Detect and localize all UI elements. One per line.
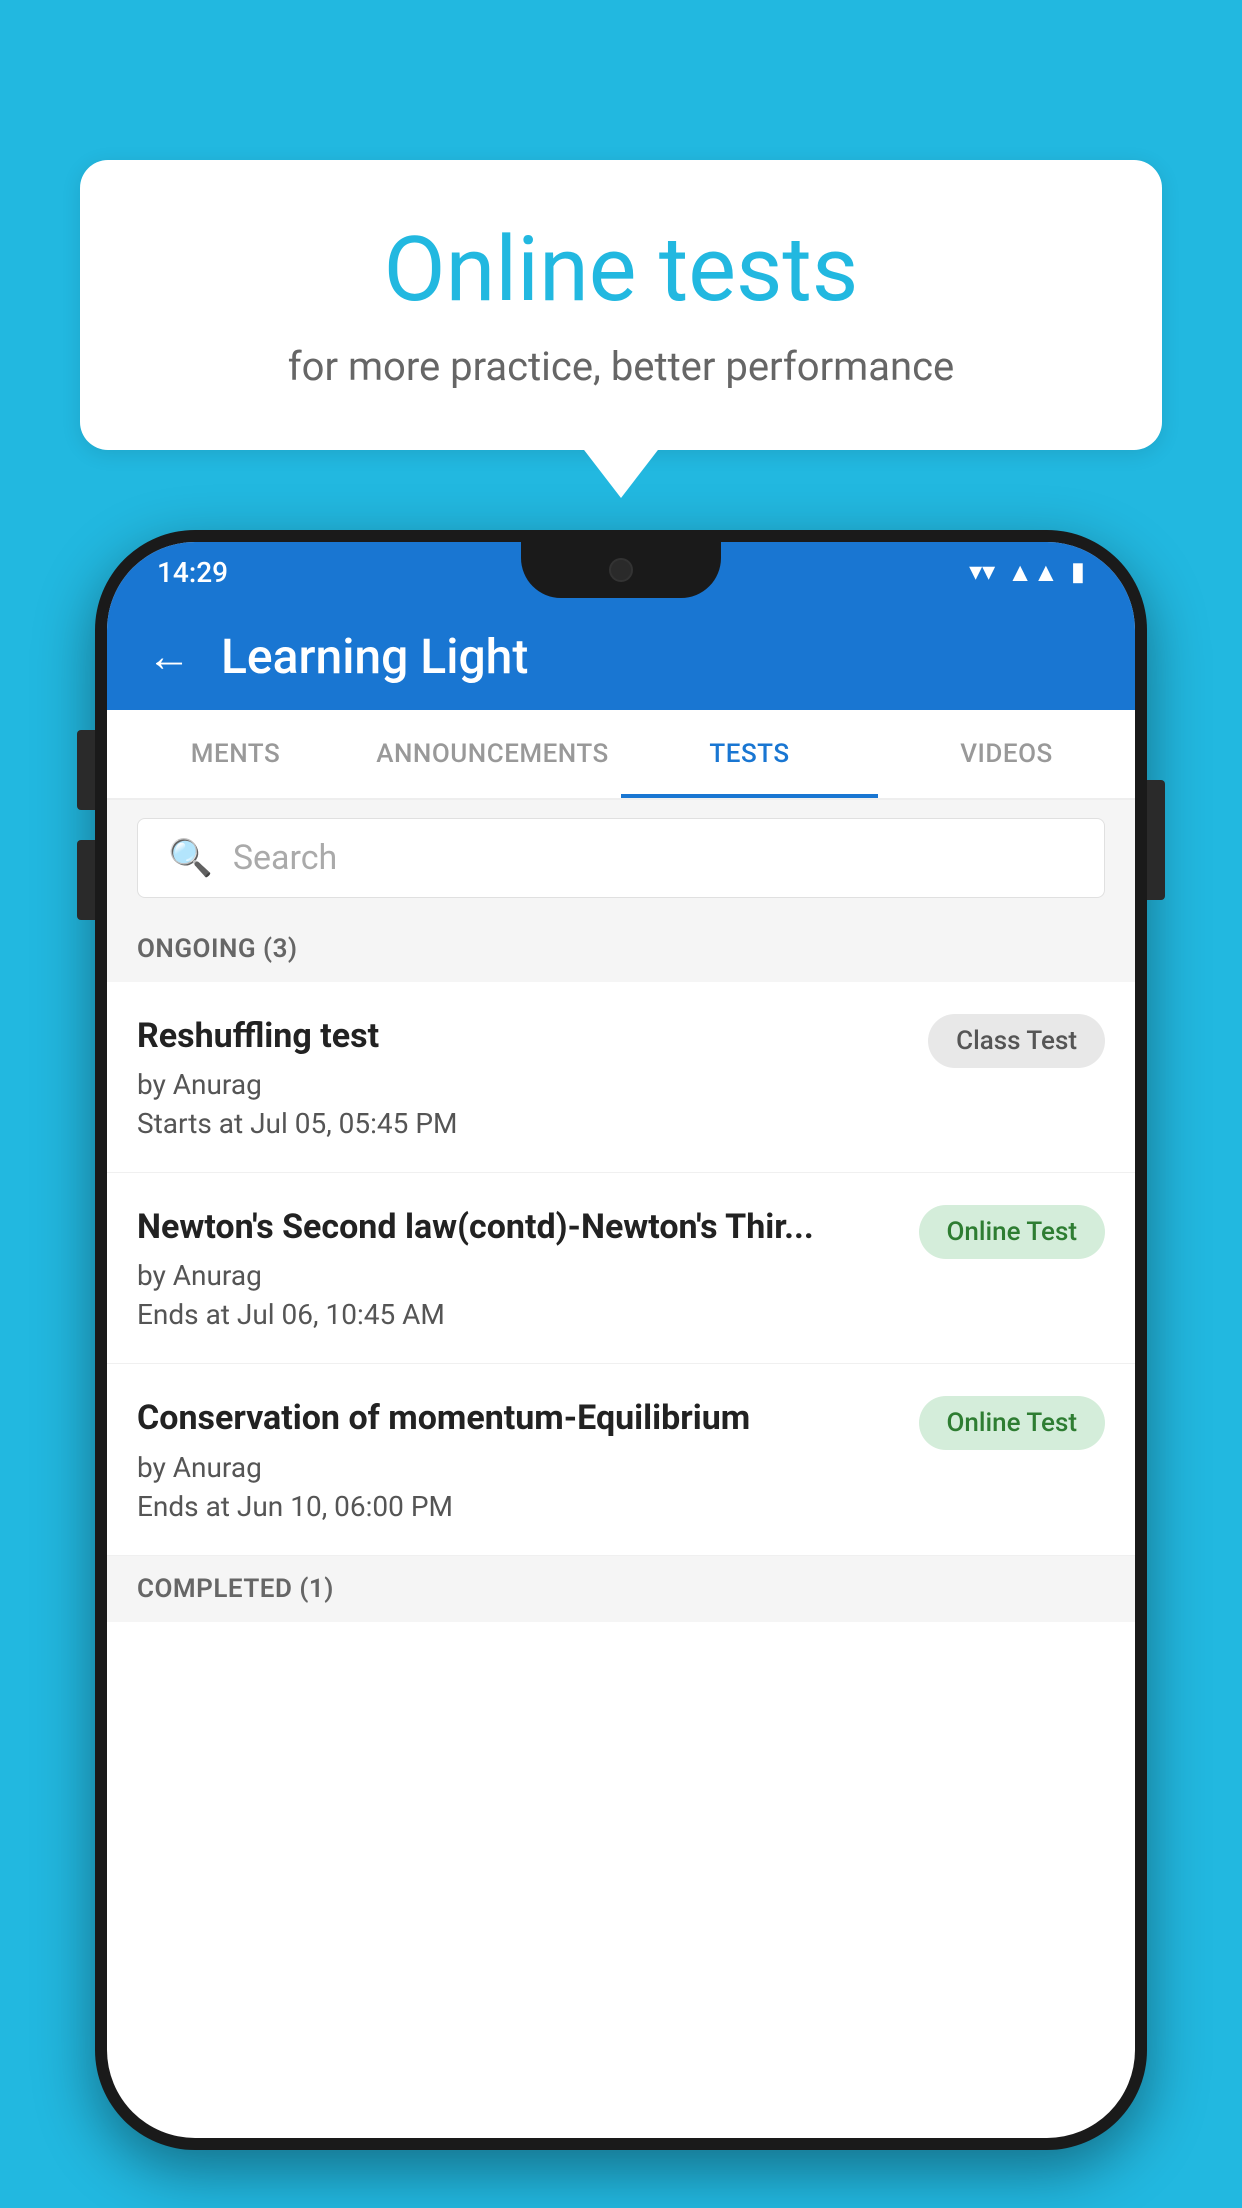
app-header: ← Learning Light — [107, 602, 1135, 710]
test-info: Reshuffling test by Anurag Starts at Jul… — [137, 1014, 908, 1140]
test-info: Newton's Second law(contd)-Newton's Thir… — [137, 1205, 899, 1331]
test-list: Reshuffling test by Anurag Starts at Jul… — [107, 982, 1135, 1556]
search-container: 🔍 Search — [107, 800, 1135, 916]
volume-up-button — [77, 730, 95, 810]
test-name: Reshuffling test — [137, 1014, 908, 1058]
tab-tests[interactable]: TESTS — [621, 710, 878, 798]
test-name: Newton's Second law(contd)-Newton's Thir… — [137, 1205, 899, 1249]
phone-frame: 14:29 ▾▾ ▲▲ ▮ ← Learning Light MENTS ANN… — [95, 530, 1147, 2150]
phone-notch — [521, 542, 721, 598]
back-button[interactable]: ← — [147, 630, 191, 682]
search-placeholder: Search — [233, 838, 337, 878]
test-item-newtons[interactable]: Newton's Second law(contd)-Newton's Thir… — [107, 1173, 1135, 1364]
class-test-badge: Class Test — [928, 1014, 1105, 1068]
power-button — [1147, 780, 1165, 900]
test-time: Ends at Jun 10, 06:00 PM — [137, 1490, 899, 1523]
speech-bubble: Online tests for more practice, better p… — [80, 160, 1162, 450]
search-icon: 🔍 — [168, 837, 213, 879]
tab-videos[interactable]: VIDEOS — [878, 710, 1135, 798]
test-item-reshuffling[interactable]: Reshuffling test by Anurag Starts at Jul… — [107, 982, 1135, 1173]
phone-screen: 14:29 ▾▾ ▲▲ ▮ ← Learning Light MENTS ANN… — [107, 542, 1135, 2138]
search-bar[interactable]: 🔍 Search — [137, 818, 1105, 898]
completed-section-header: COMPLETED (1) — [107, 1556, 1135, 1622]
test-author: by Anurag — [137, 1259, 899, 1292]
front-camera — [609, 558, 633, 582]
test-time: Starts at Jul 05, 05:45 PM — [137, 1107, 908, 1140]
signal-icon: ▲▲ — [1007, 557, 1058, 588]
test-time: Ends at Jul 06, 10:45 AM — [137, 1298, 899, 1331]
test-author: by Anurag — [137, 1451, 899, 1484]
wifi-icon: ▾▾ — [969, 557, 995, 587]
bubble-title: Online tests — [160, 220, 1082, 319]
test-info: Conservation of momentum-Equilibrium by … — [137, 1396, 899, 1522]
test-author: by Anurag — [137, 1068, 908, 1101]
test-item-conservation[interactable]: Conservation of momentum-Equilibrium by … — [107, 1364, 1135, 1555]
bubble-subtitle: for more practice, better performance — [160, 343, 1082, 390]
battery-icon: ▮ — [1071, 557, 1085, 587]
volume-down-button — [77, 840, 95, 920]
status-time: 14:29 — [157, 556, 228, 589]
online-test-badge: Online Test — [919, 1205, 1106, 1259]
status-icons: ▾▾ ▲▲ ▮ — [969, 557, 1085, 588]
tab-announcements[interactable]: ANNOUNCEMENTS — [364, 710, 621, 798]
app-title: Learning Light — [221, 628, 528, 685]
online-test-badge-2: Online Test — [919, 1396, 1106, 1450]
ongoing-section-header: ONGOING (3) — [107, 916, 1135, 982]
tabs-container: MENTS ANNOUNCEMENTS TESTS VIDEOS — [107, 710, 1135, 800]
phone-container: 14:29 ▾▾ ▲▲ ▮ ← Learning Light MENTS ANN… — [95, 530, 1147, 2208]
tab-ments[interactable]: MENTS — [107, 710, 364, 798]
test-name: Conservation of momentum-Equilibrium — [137, 1396, 899, 1440]
